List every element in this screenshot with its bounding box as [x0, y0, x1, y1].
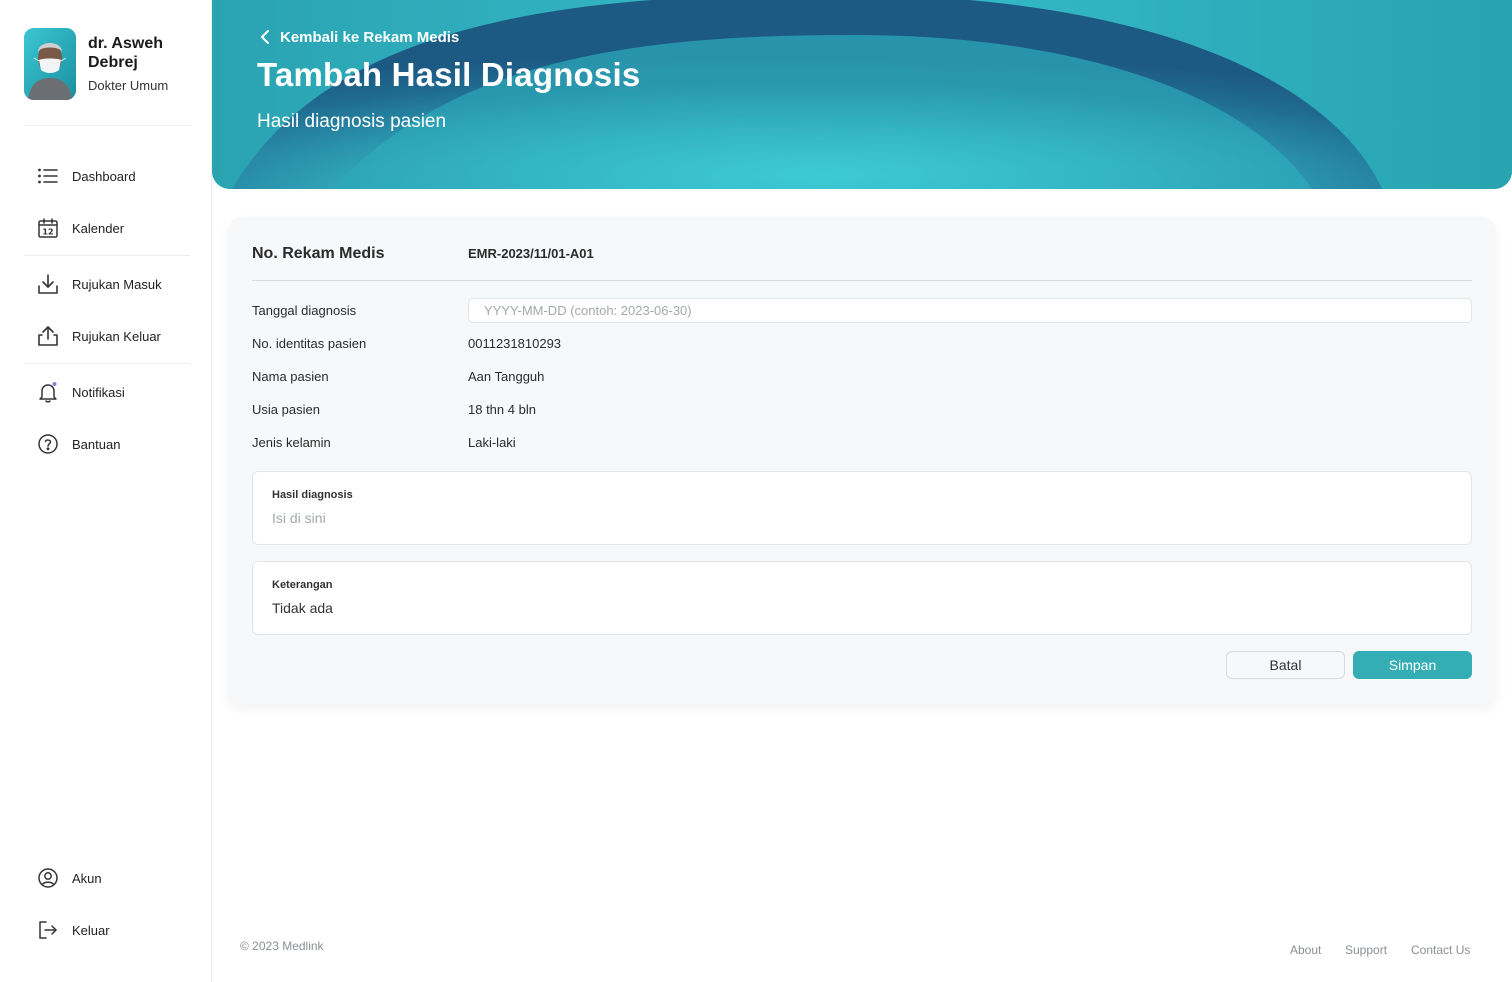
sidebar-item-label: Dashboard: [72, 168, 136, 184]
bell-icon: [36, 380, 60, 404]
cancel-button[interactable]: Batal: [1226, 651, 1345, 679]
gender-label: Jenis kelamin: [252, 435, 331, 450]
list-icon: [36, 164, 60, 188]
calendar-icon-day: 12: [42, 228, 53, 237]
patient-name-label: Nama pasien: [252, 369, 329, 384]
footer-link-support[interactable]: Support: [1345, 943, 1387, 957]
avatar: [24, 28, 76, 100]
diagnosis-date-input[interactable]: [468, 298, 1472, 323]
notes-label: Keterangan: [272, 579, 333, 591]
page-subtitle: Hasil diagnosis pasien: [257, 111, 447, 132]
footer-link-about[interactable]: About: [1290, 943, 1321, 957]
page-header: Kembali ke Rekam Medis Tambah Hasil Diag…: [212, 0, 1512, 189]
gender-value: Laki-laki: [468, 435, 516, 450]
sidebar-item-notifikasi[interactable]: Notifikasi: [24, 372, 190, 412]
sidebar-item-rujukan-masuk[interactable]: Rujukan Masuk: [24, 264, 190, 304]
doctor-profile[interactable]: dr. Asweh Debrej Dokter Umum: [24, 28, 190, 126]
doctor-name: dr. Asweh Debrej: [88, 35, 163, 71]
help-circle-icon: [36, 432, 60, 456]
sidebar-item-label: Akun: [72, 870, 102, 886]
app-root: dr. Asweh Debrej Dokter Umum Dashboard 1…: [0, 0, 1512, 982]
page-title: Tambah Hasil Diagnosis: [257, 56, 641, 93]
user-circle-icon: [36, 866, 60, 890]
diagnosis-result-field[interactable]: Isi di sini: [272, 510, 1452, 526]
notes-field[interactable]: Tidak ada: [272, 600, 1452, 616]
notes-box[interactable]: Keterangan Tidak ada: [252, 561, 1472, 635]
sidebar-item-label: Kalender: [72, 220, 125, 236]
diagnosis-result-box[interactable]: Hasil diagnosis Isi di sini: [252, 471, 1472, 545]
patient-id-value: 0011231810293: [468, 336, 562, 351]
save-button[interactable]: Simpan: [1353, 651, 1472, 679]
sidebar-item-label: Rujukan Keluar: [72, 328, 161, 344]
card-divider: [252, 280, 1472, 281]
sidebar-item-label: Bantuan: [72, 436, 121, 452]
record-number-value: EMR-2023/11/01-A01: [468, 246, 594, 261]
sidebar-item-label: Keluar: [72, 922, 110, 938]
record-number-label: No. Rekam Medis: [252, 245, 385, 262]
sidebar-item-kalender[interactable]: 12 Kalender: [24, 208, 190, 248]
diagnosis-date-label: Tanggal diagnosis: [252, 303, 357, 318]
doctor-role: Dokter Umum: [88, 78, 169, 93]
diagnosis-result-label: Hasil diagnosis: [272, 489, 353, 501]
download-icon: [36, 272, 60, 296]
patient-id-label: No. identitas pasien: [252, 336, 367, 351]
sidebar-item-label: Rujukan Masuk: [72, 276, 162, 292]
copyright-text: © 2023 Medlink: [240, 939, 324, 953]
patient-age-label: Usia pasien: [252, 402, 320, 417]
calendar-icon: 12: [36, 216, 60, 240]
sidebar-item-label: Notifikasi: [72, 384, 125, 400]
patient-name-value: Aan Tangguh: [468, 369, 545, 384]
logout-icon: [36, 918, 60, 942]
sidebar: dr. Asweh Debrej Dokter Umum Dashboard 1…: [0, 0, 212, 982]
diagnosis-form-card: No. Rekam Medis EMR-2023/11/01-A01 Tangg…: [228, 217, 1496, 704]
sidebar-item-rujukan-keluar[interactable]: Rujukan Keluar: [24, 316, 190, 356]
chevron-left-icon: [261, 30, 269, 44]
back-link-label: Kembali ke Rekam Medis: [280, 28, 460, 46]
sidebar-divider: [24, 363, 190, 364]
upload-icon: [36, 324, 60, 348]
sidebar-divider: [24, 255, 190, 256]
sidebar-item-keluar[interactable]: Keluar: [24, 910, 190, 950]
back-to-records-link[interactable]: Kembali ke Rekam Medis: [258, 27, 459, 47]
footer-link-contact[interactable]: Contact Us: [1411, 943, 1470, 957]
patient-age-value: 18 thn 4 bln: [468, 402, 536, 417]
sidebar-item-bantuan[interactable]: Bantuan: [24, 424, 190, 464]
sidebar-item-dashboard[interactable]: Dashboard: [24, 156, 190, 196]
sidebar-item-akun[interactable]: Akun: [24, 858, 190, 898]
